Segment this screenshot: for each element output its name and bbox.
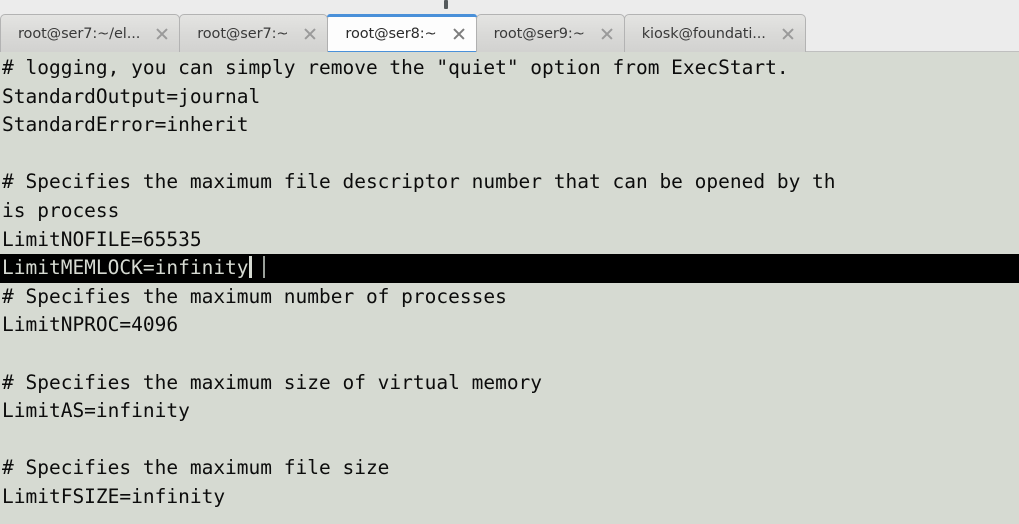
terminal-line: # Specifies the maximum file size [0,454,1019,483]
terminal-line-text: LimitFSIZE=infinity [2,484,226,508]
terminal-line-selected: LimitMEMLOCK=infinity [0,254,1019,283]
close-icon[interactable] [154,26,170,42]
terminal-line: LimitAS=infinity [0,397,1019,426]
tab-label: root@ser7:~/el... [18,25,141,42]
secondary-cursor-icon [262,256,265,279]
tab-label: root@ser8:~ [345,25,437,42]
tab-root-ser7-el[interactable]: root@ser7:~/el... [0,14,181,52]
terminal-text-area[interactable]: # logging, you can simply remove the "qu… [0,54,1019,512]
tab-bar: root@ser7:~/el... root@ser7:~ root@ser8:… [0,0,1019,52]
terminal-line-text: LimitNOFILE=65535 [2,227,202,251]
close-icon[interactable] [451,26,467,42]
terminal-screen[interactable]: # logging, you can simply remove the "qu… [0,52,1019,524]
terminal-line: LimitFSIZE=infinity [0,483,1019,512]
terminal-line: # Specifies the maximum size of virtual … [0,369,1019,398]
tab-label: root@ser9:~ [493,25,585,42]
terminal-line-text: StandardOutput=journal [2,84,261,108]
mouse-pointer-icon [444,0,448,9]
terminal-line: # Specifies the maximum number of proces… [0,283,1019,312]
terminal-line: is process [0,197,1019,226]
terminal-line-text: # Specifies the maximum file descriptor … [2,170,836,194]
terminal-line-text: StandardError=inherit [2,113,249,137]
terminal-line-text: LimitMEMLOCK=infinity [2,256,249,280]
terminal-line-text: LimitAS=infinity [2,399,190,423]
terminal-line: LimitNOFILE=65535 [0,226,1019,255]
tab-root-ser7[interactable]: root@ser7:~ [179,14,329,52]
tab-strip: root@ser7:~/el... root@ser7:~ root@ser8:… [0,14,806,52]
terminal-line: StandardOutput=journal [0,83,1019,112]
tab-kiosk-foundation[interactable]: kiosk@foundati... [623,14,806,52]
terminal-line-text: is process [2,198,120,222]
terminal-window: root@ser7:~/el... root@ser7:~ root@ser8:… [0,0,1019,524]
terminal-line-text: # Specifies the maximum size of virtual … [2,370,543,394]
terminal-line: # logging, you can simply remove the "qu… [0,54,1019,83]
close-icon[interactable] [780,26,796,42]
tab-root-ser9[interactable]: root@ser9:~ [475,14,625,52]
tab-label: root@ser7:~ [197,25,289,42]
tab-root-ser8[interactable]: root@ser8:~ [327,14,477,52]
terminal-line-text: # Specifies the maximum number of proces… [2,284,507,308]
terminal-line-text: LimitNPROC=4096 [2,313,179,337]
close-icon[interactable] [599,26,615,42]
close-icon[interactable] [302,26,318,42]
terminal-line-text: # Specifies the maximum file size [2,456,390,480]
terminal-line: LimitNPROC=4096 [0,311,1019,340]
terminal-line-text: # logging, you can simply remove the "qu… [2,56,789,79]
terminal-line: # Specifies the maximum file descriptor … [0,168,1019,197]
terminal-line: StandardError=inherit [0,111,1019,140]
tab-label: kiosk@foundati... [641,25,766,42]
